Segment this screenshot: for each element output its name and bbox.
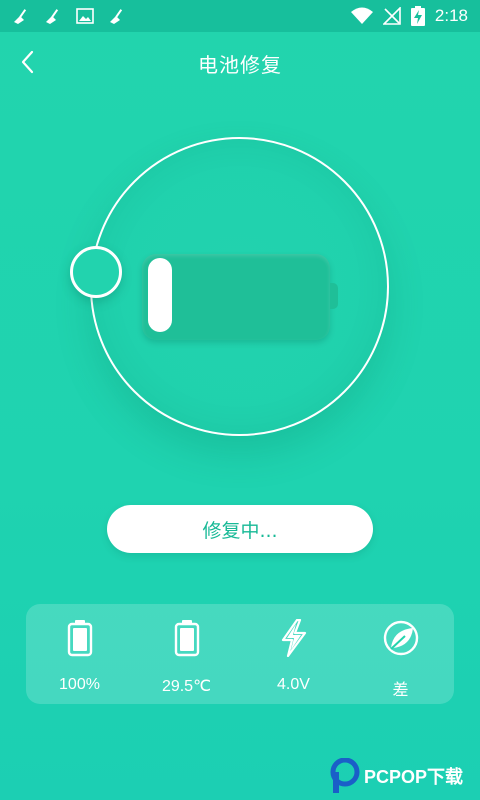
page-title: 电池修复 (198, 53, 282, 77)
stat-health-value: 差 (392, 682, 409, 699)
clock: 2:18 (434, 6, 468, 25)
stat-level: 100% (26, 604, 133, 704)
battery-stats-panel: 100% 29.5℃ 4.0V 差 (26, 604, 454, 704)
stat-voltage: 4.0V (240, 604, 347, 704)
no-signal-icon (382, 7, 401, 25)
lightning-icon (274, 618, 314, 658)
notification-icons (12, 8, 126, 24)
watermark-text: PCPOP下载 (364, 767, 464, 787)
stat-temperature-value: 29.5℃ (161, 678, 212, 695)
battery-icon (60, 618, 100, 658)
battery-charging-icon (410, 6, 425, 26)
stat-voltage-value: 4.0V (277, 676, 310, 693)
battery-graphic-level (148, 258, 172, 332)
image-icon (76, 8, 94, 24)
stat-health: 差 (347, 604, 454, 704)
battery-graphic-cap (330, 283, 338, 309)
broom-icon (110, 9, 123, 24)
wifi-icon (350, 7, 373, 24)
pcpop-watermark: PCPOP下载 (330, 756, 480, 796)
repair-button[interactable]: 修复中... (107, 505, 373, 553)
stat-temperature: 29.5℃ (133, 604, 240, 704)
leaf-icon (381, 618, 421, 658)
title-bar: 电池修复 (0, 32, 480, 92)
status-bar: 2:18 (0, 0, 480, 32)
broom-icon (46, 9, 59, 24)
battery-icon (167, 618, 207, 658)
pcpop-logo-icon (330, 758, 360, 793)
repair-button-label: 修复中... (202, 519, 278, 542)
repair-progress-ring (70, 137, 389, 436)
broom-icon (14, 9, 27, 24)
system-status: 2:18 (350, 6, 468, 26)
stat-level-value: 100% (59, 676, 100, 693)
ring-progress-knob (70, 246, 122, 298)
